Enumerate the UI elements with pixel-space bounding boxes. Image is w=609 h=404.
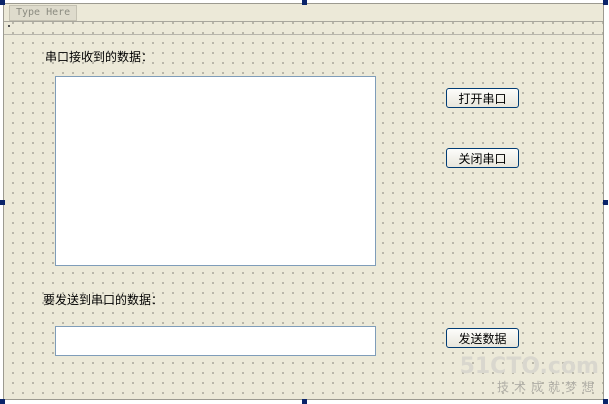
receive-data-label: 串口接收到的数据： [45,50,154,64]
resize-handle-bottom-left[interactable] [0,399,5,404]
menu-type-here-placeholder[interactable]: Type Here [9,5,78,21]
watermark: 51CTO.com 技术成就梦想 [460,355,599,395]
resize-handle-top-right[interactable] [603,0,608,5]
resize-handle-bottom-right[interactable] [603,399,608,404]
send-data-label: 要发送到串口的数据： [43,293,164,307]
watermark-slogan: 技术成就梦想 [496,380,599,394]
resize-handle-middle-left[interactable] [0,200,5,205]
close-serial-port-button[interactable]: 关闭串口 [446,148,519,168]
send-text-input[interactable] [55,326,376,356]
resize-handle-middle-right[interactable] [603,200,608,205]
resize-handle-bottom-center[interactable] [302,399,307,404]
open-serial-port-button[interactable]: 打开串口 [446,88,519,108]
toolbar-grip-icon [8,25,10,27]
send-data-button[interactable]: 发送数据 [446,328,519,348]
resize-handle-top-left[interactable] [0,0,5,5]
main-window-form: Type Here 串口接收到的数据： 要发送到串口的数据： 打开串口 关闭串口… [3,3,604,400]
toolbar-area [4,22,603,35]
receive-text-area[interactable] [55,76,376,266]
resize-handle-top-center[interactable] [302,0,307,5]
menu-bar: Type Here [4,4,603,22]
watermark-logo: 51CTO.com [459,354,599,379]
